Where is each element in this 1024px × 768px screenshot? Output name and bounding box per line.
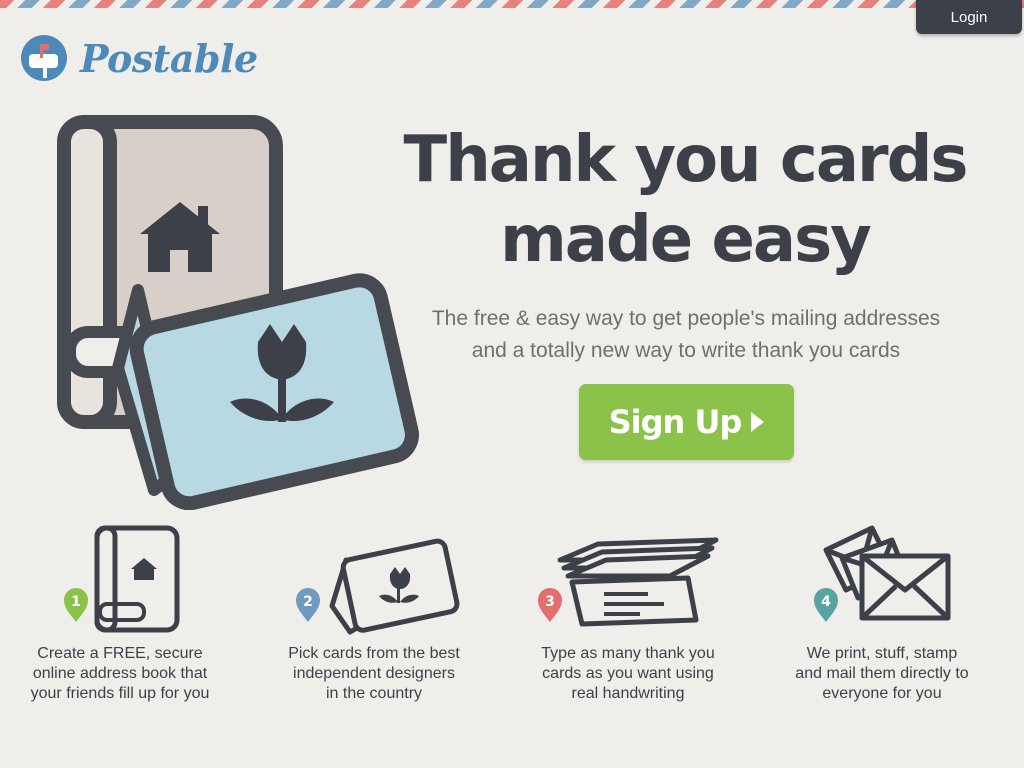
step-line: cards as you want using: [542, 665, 714, 682]
step-line: everyone for you: [822, 685, 942, 702]
envelopes-icon: 4: [814, 525, 951, 622]
step-line: in the country: [325, 685, 423, 702]
step-number: 4: [821, 594, 831, 610]
step-badge: 2: [296, 588, 320, 622]
address-book-icon: 1: [64, 525, 180, 633]
step-badge: 1: [64, 588, 88, 622]
login-button[interactable]: Login: [916, 0, 1022, 34]
step-description: We print, stuff, stamp and mail them dir…: [762, 644, 1002, 704]
step-4: 4 We print, stuff, stamp and mail them d…: [762, 520, 1002, 720]
step-line: online address book that: [32, 665, 208, 682]
signup-label: Sign Up: [608, 403, 743, 441]
step-line: Create a FREE, secure: [37, 645, 203, 662]
step-line: and mail them directly to: [795, 665, 969, 682]
step-description: Pick cards from the best independent des…: [254, 644, 494, 704]
step-line: your friends fill up for you: [30, 685, 210, 702]
headline-line-2: made easy: [500, 203, 872, 277]
step-number: 2: [303, 594, 313, 610]
step-1: 1 Create a FREE, secure online address b…: [0, 520, 240, 720]
step-number: 3: [545, 594, 555, 610]
step-number: 1: [71, 594, 81, 610]
step-2: 2 Pick cards from the best independent d…: [254, 520, 494, 720]
step-description: Type as many thank you cards as you want…: [508, 644, 748, 704]
airmail-border: [0, 0, 1024, 8]
step-line: independent designers: [293, 665, 455, 682]
step-badge: 3: [538, 588, 562, 622]
logo[interactable]: Postable: [20, 34, 258, 82]
step-badge: 4: [814, 588, 838, 622]
mailbox-logo-icon: [21, 35, 67, 81]
play-arrow-icon: [751, 412, 765, 432]
step-description: Create a FREE, secure online address boo…: [0, 644, 240, 704]
subtitle-line-1: The free & easy way to get people's mail…: [431, 307, 941, 330]
step-line: We print, stuff, stamp: [806, 645, 958, 662]
page-headline: Thank you cards made easy: [370, 120, 1000, 280]
headline-line-1: Thank you cards: [403, 123, 969, 197]
step-3: 3 Type as many thank you cards as you wa…: [508, 520, 748, 720]
card-icon: 2: [296, 538, 460, 635]
subtitle-line-2: and a totally new way to write thank you…: [471, 339, 901, 362]
logo-text: Postable: [80, 35, 258, 81]
step-line: real handwriting: [571, 685, 685, 702]
signup-button[interactable]: Sign Up: [579, 384, 794, 460]
hero-subtitle: The free & easy way to get people's mail…: [400, 303, 972, 367]
cards-stack-icon: 3: [538, 537, 719, 627]
step-line: Type as many thank you: [541, 645, 715, 662]
step-line: Pick cards from the best: [288, 645, 460, 662]
